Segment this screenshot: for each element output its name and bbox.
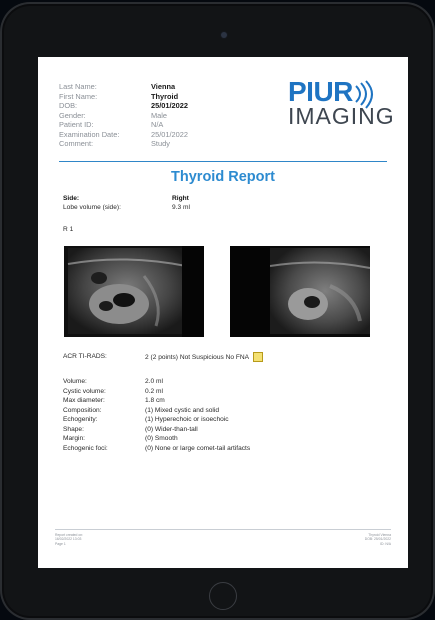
- home-button[interactable]: [209, 582, 237, 610]
- measurement-label: Max diameter:: [63, 397, 105, 404]
- measurement-label: Margin:: [63, 435, 85, 442]
- footer-patient-id: ID: N/A: [380, 541, 391, 546]
- footer-left: Report created on: 16/02/2022 13:03 Page…: [55, 533, 83, 546]
- piur-imaging-logo: PIUR IMAGING: [288, 78, 400, 130]
- measurement-value: (1) Hyperechoic or isoechoic: [145, 416, 229, 423]
- ultrasound-image-transverse: [64, 246, 204, 337]
- measurement-label: Echogenic foci:: [63, 444, 108, 452]
- measurement-value: (0) None or large comet-tail artifacts: [145, 444, 251, 452]
- image-label: R 1: [63, 226, 74, 233]
- measurement-value: (0) Wider-than-tall: [145, 425, 198, 433]
- acr-tirads-label: ACR TI-RADS:: [63, 353, 107, 360]
- side-value: Right: [172, 195, 189, 202]
- measurement-label: Cystic volume:: [63, 387, 106, 395]
- header-divider: [59, 161, 387, 162]
- measurement-value: 2.0 ml: [145, 378, 163, 385]
- measurement-value: (1) Mixed cystic and solid: [145, 406, 220, 414]
- lobe-volume-label: Lobe volume (side):: [63, 204, 121, 211]
- report-title: Thyroid Report: [171, 169, 275, 185]
- footer-page-number: Page 1: [55, 541, 66, 546]
- lobe-volume-value: 9.3 ml: [172, 204, 190, 211]
- measurement-label: Volume:: [63, 378, 87, 385]
- logo-wordmark-bottom: IMAGING: [288, 103, 395, 129]
- measurement-value: (0) Smooth: [145, 435, 178, 442]
- report-page: Last Name: Vienna First Name: Thyroid DO…: [38, 57, 408, 568]
- logo-wordmark-top: PIUR: [288, 76, 353, 107]
- acr-tirads-row: 2 (2 points) Not Suspicious No FNA: [145, 352, 264, 362]
- comment-value: Study: [151, 139, 170, 148]
- camera-icon: [221, 32, 227, 38]
- measurement-value: 1.8 cm: [145, 397, 165, 404]
- acr-tirads-value: 2 (2 points) Not Suspicious No FNA: [145, 353, 250, 361]
- footer-right: Thyroid Vienna DOB: 25/01/2022 ID: N/A: [365, 533, 391, 546]
- measurement-label: Shape:: [63, 425, 84, 433]
- ultrasound-image-longitudinal: [230, 246, 370, 337]
- side-label: Side:: [63, 195, 80, 202]
- measurement-label: Echogenity:: [63, 416, 98, 423]
- tirads-color-swatch: [253, 352, 264, 362]
- measurement-value: 0.2 ml: [145, 387, 163, 395]
- footer-divider: [55, 529, 391, 530]
- comment-label: Comment:: [59, 139, 94, 148]
- measurement-label: Composition:: [63, 406, 102, 414]
